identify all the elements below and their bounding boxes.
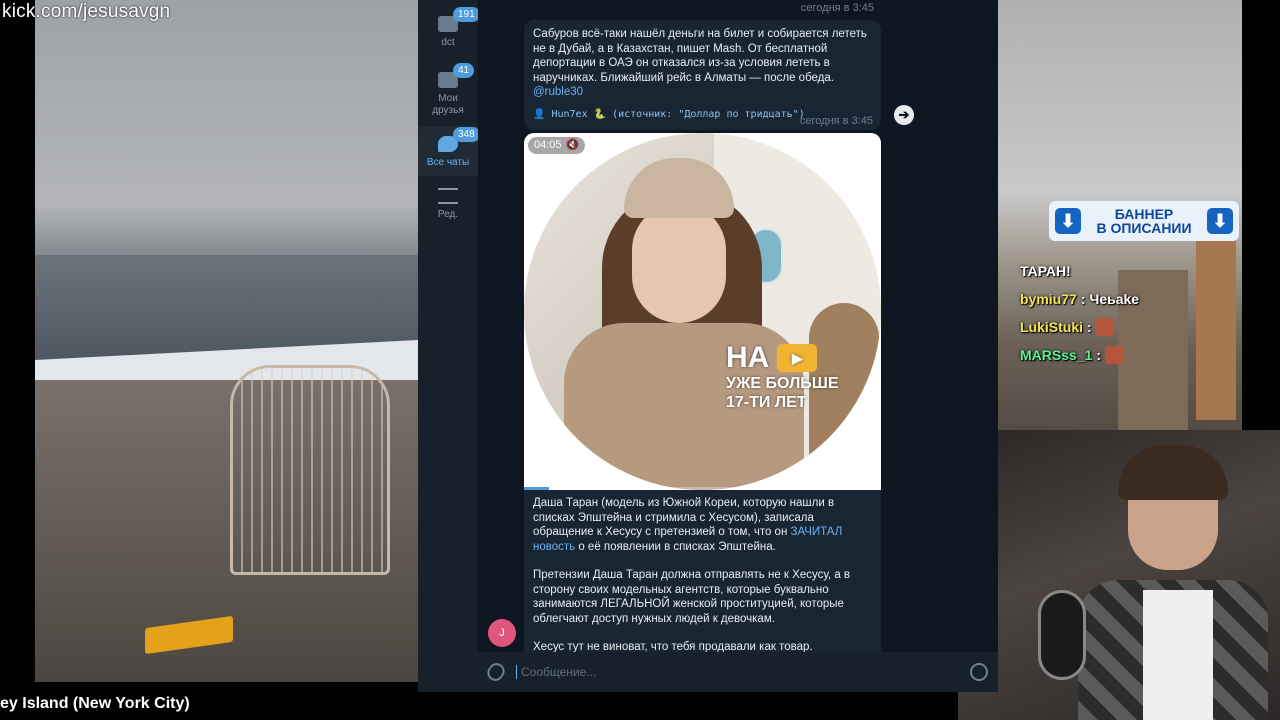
chat-area[interactable]: сегодня в 3:45 Сабуров всё-таки нашёл де… [478,0,998,692]
streamer-tee [1143,590,1213,720]
chat-username[interactable]: LukiStuki [1020,319,1083,335]
unread-badge: 191 [453,7,480,22]
mute-icon[interactable]: 🔇 [566,137,580,154]
folder-label: Ред. [437,209,459,220]
mention-link[interactable]: @ruble30 [533,86,583,98]
settings-sliders-icon [438,188,458,204]
folder-dct[interactable]: 191 dct [418,7,480,66]
unread-badge: 41 [453,63,475,78]
message-text: Сабуров всё-таки нашёл деньги на билет и… [533,28,867,84]
folder-all-chats[interactable]: 348 Все чаты [418,126,480,176]
chat-separator: : [1080,291,1086,307]
streamer-webcam [958,430,1280,720]
stream-chat: ТАРАН! bymiu77 : Чeьake LukiStuki : MARS… [1020,257,1240,369]
video-message-bubble[interactable]: НА ▶ УЖЕ БОЛЬШЕ 17-ТИ ЛЕТ 04:05 🔇 Даша Т… [524,133,881,663]
streamer-hair [1118,445,1228,500]
folder-label: Мои друзья [432,93,464,116]
emote-icon [1095,318,1114,336]
chat-separator: : [1096,347,1102,363]
message-composer [478,652,998,692]
arrow-down-icon: ⬇ [1207,208,1233,234]
video-progress-fill [524,487,549,490]
chat-message: ТАРАН! [1020,257,1240,285]
chat-message: bymiu77 : Чeьake [1020,285,1240,313]
message-input[interactable] [516,665,960,679]
video-note[interactable]: НА ▶ УЖЕ БОЛЬШЕ 17-ТИ ЛЕТ 04:05 🔇 [524,133,881,490]
caption-paragraph: Претензии Даша Таран должна отправлять н… [533,569,851,625]
banner-text: БАННЕР В ОПИСАНИИ [1096,207,1191,235]
folder-icon: 191 [438,7,480,32]
video-progress-bar[interactable] [524,487,881,490]
folder-icon: 41 [438,63,475,88]
message-time: сегодня в 3:45 [799,114,873,127]
folders-sidebar: 191 dct 41 Мои друзья 348 Все чаты Ред. [418,0,480,692]
emoji-icon[interactable] [970,663,988,681]
folder-label: Все чаты [426,157,470,168]
caption-text: о её появлении в списках Эпштейна. [575,540,776,553]
banner-line2: В ОПИСАНИИ [1096,220,1192,236]
chat-message: MARSss_1 : [1020,341,1240,369]
chat-username[interactable]: bymiu77 [1020,291,1077,307]
overlay-line2: 17-ТИ ЛЕТ [726,394,807,411]
banner-line1: БАННЕР [1114,206,1174,222]
overlay-big-text: НА [726,341,770,374]
play-icon[interactable]: ▶ [777,344,818,372]
arrow-down-icon: ⬇ [1055,208,1081,234]
folder-my-friends[interactable]: 41 Мои друзья [418,63,478,124]
attach-icon[interactable] [484,660,508,684]
city-aerial-view [35,0,418,682]
unread-badge: 348 [453,127,480,142]
overlay-line1: УЖЕ БОЛЬШЕ [726,375,839,392]
chat-separator: : [1087,319,1092,335]
banner-description[interactable]: ⬇ БАННЕР В ОПИСАНИИ ⬇ [1049,201,1239,241]
stream-url: kick.com/jesusavgn [2,1,171,22]
avatar[interactable]: J [488,619,516,647]
chats-icon: 348 [438,127,480,152]
message-time: сегодня в 3:45 [800,2,874,14]
message-bubble[interactable]: Сабуров всё-таки нашёл деньги на билет и… [524,20,881,130]
video-person-face [632,203,726,323]
chat-message-text: ТАРАН! [1020,263,1071,279]
caption-paragraph: Даша Таран (модель из Южной Кореи, котор… [533,496,872,554]
roller-coaster [230,365,390,575]
caption-text: Даша Таран (модель из Южной Кореи, котор… [533,497,835,538]
emote-icon [1105,346,1124,364]
folder-edit[interactable]: Ред. [418,188,478,222]
video-overlay-text: НА ▶ УЖЕ БОЛЬШЕ 17-ТИ ЛЕТ [726,341,866,412]
video-duration: 04:05 🔇 [528,137,586,154]
folder-label: dct [441,37,455,48]
chat-username[interactable]: MARSss_1 [1020,347,1092,363]
video-frame: НА ▶ УЖЕ БОЛЬШЕ 17-ТИ ЛЕТ [524,133,881,490]
message-caption: Даша Таран (модель из Южной Кореи, котор… [524,490,881,663]
chat-message-text: Чeьake [1089,291,1140,307]
location-caption: ey Island (New York City) [0,695,190,712]
chat-message: LukiStuki : [1020,313,1240,341]
duration-text: 04:05 [534,139,562,151]
microphone [1038,590,1086,680]
telegram-window: 191 dct 41 Мои друзья 348 Все чаты Ред. … [418,0,998,692]
forward-icon[interactable]: ➔ [894,105,914,125]
